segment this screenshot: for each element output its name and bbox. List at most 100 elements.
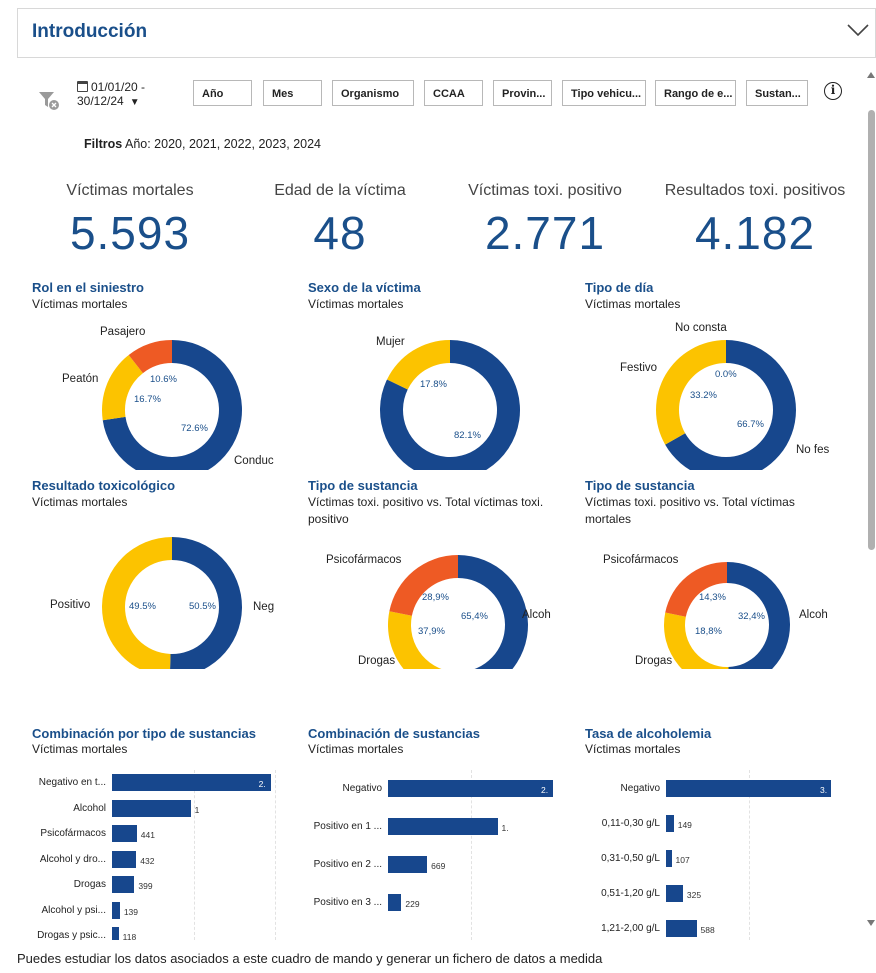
bar-value-label: 139 [123, 906, 138, 917]
bar-category-label: 0,31-0,50 g/L [601, 853, 660, 864]
slicer-mes[interactable]: Mes [263, 80, 322, 106]
bar[interactable] [112, 927, 119, 940]
kpi-label: Edad de la víctima [274, 182, 406, 199]
bar[interactable] [388, 894, 402, 911]
donut-label-drogas: Drogas [635, 655, 673, 667]
bar-value-label: 2. [541, 785, 549, 795]
active-filters: Filtros Año: 2020, 2021, 2022, 2023, 202… [84, 137, 321, 151]
kpi-edad-victima: Edad de la víctima 48 [250, 182, 430, 260]
donut-pct: 0.0% [715, 369, 737, 380]
date-range-picker[interactable]: 01/01/20 - 30/12/24 ▼ [77, 80, 167, 110]
donut-pct: 32,4% [738, 611, 765, 622]
scrollbar-thumb[interactable] [868, 110, 875, 550]
donut-label-alcohol: Alcoh [799, 609, 828, 621]
chart-subtitle: Víctimas mortales [585, 297, 681, 311]
donut-pct: 50.5% [189, 601, 216, 612]
bar[interactable] [388, 780, 553, 797]
bar[interactable] [112, 825, 137, 842]
donut-label-peaton: Peatón [62, 373, 99, 385]
scroll-down-icon[interactable] [867, 920, 875, 926]
donut-pct: 49.5% [129, 601, 156, 612]
chart-title: Combinación de sustancias [308, 726, 480, 741]
gridline [275, 770, 276, 940]
bar-category-label: 1,21-2,00 g/L [601, 923, 660, 934]
accordion-header[interactable]: Introducción [17, 8, 876, 58]
donut-slice-1[interactable] [664, 612, 729, 669]
kpi-victimas-mortales: Víctimas mortales 5.593 [40, 182, 220, 260]
kpi-value: 48 [313, 207, 367, 259]
slicer-rango-edad[interactable]: Rango de e... [655, 80, 736, 106]
donut-label-no-consta: No consta [675, 322, 727, 334]
kpi-label: Resultados toxi. positivos [664, 182, 846, 199]
bar[interactable] [666, 780, 831, 797]
donut-pct: 16.7% [134, 394, 161, 405]
bar[interactable] [112, 901, 120, 919]
donut-pct: 10.6% [150, 374, 177, 385]
donut-label-psicofarmacos: Psicofármacos [326, 554, 402, 566]
slicer-sustancia[interactable]: Sustan... [746, 80, 808, 106]
gridline [193, 770, 195, 940]
chart-subtitle: Víctimas mortales [32, 495, 128, 509]
bar-category-label: 0,51-1,20 g/L [601, 888, 660, 899]
filter-clear-icon[interactable] [37, 88, 61, 112]
donut-label-festivo: Festivo [620, 362, 658, 374]
bar[interactable] [112, 876, 135, 893]
chevron-down-icon[interactable] [847, 23, 869, 37]
donut-pct: 17.8% [420, 379, 447, 390]
chart-title: Sexo de la víctima [308, 280, 421, 295]
chart-subtitle: Víctimas mortales [32, 297, 128, 311]
donut-pct: 82.1% [454, 430, 481, 441]
chart-title: Tasa de alcoholemia [585, 726, 712, 741]
chart-title: Tipo de sustancia [585, 478, 695, 493]
slicer-ano[interactable]: Año [193, 80, 252, 106]
slicer-ccaa[interactable]: CCAA [424, 80, 483, 106]
slicer-organismo[interactable]: Organismo [332, 80, 414, 106]
chart-title: Combinación por tipo de sustancias [32, 726, 256, 741]
kpi-resultados-toxi-positivos: Resultados toxi. positivos 4.182 [655, 182, 855, 260]
bar[interactable] [112, 774, 271, 791]
bar[interactable] [112, 850, 137, 868]
bar-value-label: 149 [677, 820, 692, 830]
bar[interactable] [666, 850, 672, 867]
chart-subtitle: Víctimas mortales [308, 297, 404, 311]
bar-chart-combinacion-tipo[interactable]: Negativo en t... 2. Alcohol 1 Psicofármacos 4… [20, 770, 276, 940]
bar-category-label: Positivo en 3 ... [313, 897, 382, 908]
bar[interactable] [388, 818, 498, 835]
donut-pct: 18,8% [695, 626, 722, 637]
vertical-scrollbar[interactable] [866, 70, 876, 930]
bar-category-label: Alcohol y dro... [39, 853, 106, 865]
caret-down-icon[interactable]: ▼ [130, 97, 140, 108]
donut-pct: 28,9% [422, 592, 449, 603]
bar-category-label: Alcohol [73, 802, 106, 814]
accordion-title: Introducción [32, 21, 148, 42]
chart-title: Tipo de día [585, 280, 654, 295]
bar[interactable] [388, 856, 428, 873]
chart-subtitle: Víctimas toxi. positivo vs. Total víctim… [585, 495, 795, 526]
bar-category-label: Psicofármacos [40, 828, 106, 839]
donut-svg [102, 340, 242, 470]
scroll-up-icon[interactable] [867, 72, 875, 78]
kpi-value: 4.182 [694, 207, 816, 259]
slicer-tipo-vehiculo[interactable]: Tipo vehicu... [562, 80, 646, 106]
bar-category-label: 0,11-0,30 g/L [601, 818, 660, 829]
bar[interactable] [666, 815, 674, 832]
bar[interactable] [666, 885, 683, 902]
donut-label-mujer: Mujer [376, 336, 405, 348]
donut-slice-1[interactable] [388, 611, 460, 669]
donut-svg [380, 340, 520, 470]
bar-chart-tasa-alcoholemia[interactable]: Negativo 3. 0,11-0,30 g/L 149 0,31-0,50 g/L 1… [580, 770, 831, 940]
donut-slice-2[interactable] [665, 562, 727, 617]
date-end: 30/12/24 [77, 94, 124, 108]
bar-chart-combinacion-sustancias[interactable]: Negativo 2. Positivo en 1 ... 1. Positivo en… [300, 770, 553, 940]
bar[interactable] [112, 799, 191, 817]
bar[interactable] [666, 920, 697, 937]
donut-sexo-victima[interactable] [380, 340, 520, 470]
bar-category-label: Drogas [73, 879, 106, 890]
bar-value-label: 3. [820, 785, 828, 795]
donut-rol-siniestro[interactable] [102, 340, 277, 470]
bar-value-label: 2. [258, 779, 266, 789]
info-icon[interactable]: i [824, 82, 842, 100]
donut-pct: 14,3% [699, 592, 726, 603]
bar-category-label: Positivo en 1 ... [313, 821, 382, 832]
slicer-provincia[interactable]: Provin... [493, 80, 552, 106]
